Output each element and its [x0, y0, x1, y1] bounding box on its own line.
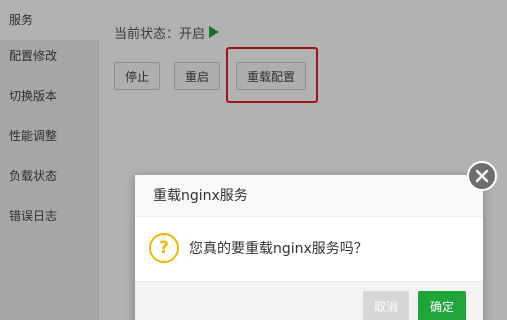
app-window: 服务 配置修改 切换版本 性能调整 负载状态 错误日志 当前状态：开启 停止 重… — [0, 0, 507, 320]
question-mark: ? — [159, 237, 169, 258]
dialog-body: ? 您真的要重载nginx服务吗？ — [149, 233, 368, 263]
close-glyph — [475, 169, 489, 183]
question-icon: ? — [149, 233, 179, 263]
close-icon[interactable] — [467, 161, 497, 191]
dialog-title: 重载nginx服务 — [135, 175, 483, 217]
dialog-message: 您真的要重载nginx服务吗？ — [189, 241, 368, 257]
confirm-button[interactable]: 确定 — [418, 291, 466, 320]
dialog-footer: 取消 确定 — [135, 281, 483, 320]
cancel-button[interactable]: 取消 — [363, 291, 409, 320]
confirm-dialog: 重载nginx服务 ? 您真的要重载nginx服务吗？ 取消 确定 — [135, 175, 483, 320]
